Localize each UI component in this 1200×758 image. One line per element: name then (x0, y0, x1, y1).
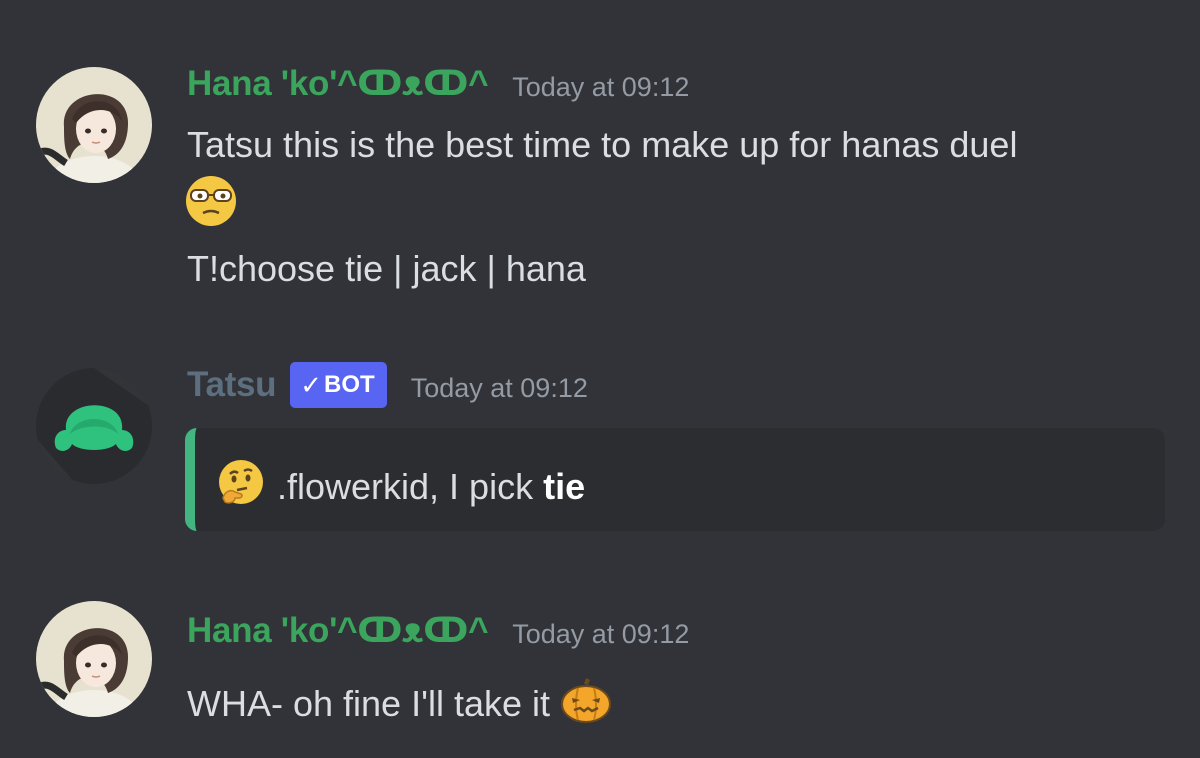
message-text: T!choose tie | jack | hana (187, 248, 586, 289)
username[interactable]: Hana 'ko'^ↀᴥↀ^ (187, 64, 489, 104)
message-row: WHA- oh fine I'll take it (187, 678, 612, 729)
message-header: Hana 'ko'^ↀᴥↀ^ Today at 09:12 (187, 64, 689, 104)
timestamp: Today at 09:12 (512, 71, 690, 102)
bot-avatar[interactable] (36, 368, 152, 484)
message-text: Tatsu this is the best time to make up f… (187, 124, 1018, 165)
embed-text: .flowerkid, I pick (277, 465, 544, 507)
suspicious-glasses-face-icon (185, 175, 237, 232)
user-avatar[interactable] (36, 67, 152, 183)
timestamp: Today at 09:12 (512, 618, 690, 649)
embed: .flowerkid, I pick tie (185, 428, 1165, 531)
message-header: Tatsu ✓ BOT Today at 09:12 (187, 362, 588, 408)
checkmark-icon: ✓ (300, 369, 323, 400)
embed-choice: tie (543, 465, 586, 507)
message-header: Hana 'ko'^ↀᴥↀ^ Today at 09:12 (187, 611, 689, 651)
message-text: WHA- oh fine I'll take it (187, 682, 550, 724)
timestamp: Today at 09:12 (410, 372, 588, 403)
username[interactable]: Tatsu (187, 365, 277, 405)
embed-content: .flowerkid, I pick tie (217, 458, 585, 515)
bot-badge-label: BOT (324, 371, 375, 398)
user-avatar[interactable] (36, 601, 152, 717)
username[interactable]: Hana 'ko'^ↀᴥↀ^ (187, 611, 489, 651)
pumpkin-face-icon (560, 678, 612, 729)
thinking-face-icon (217, 458, 265, 515)
bot-badge: ✓ BOT (290, 362, 387, 408)
